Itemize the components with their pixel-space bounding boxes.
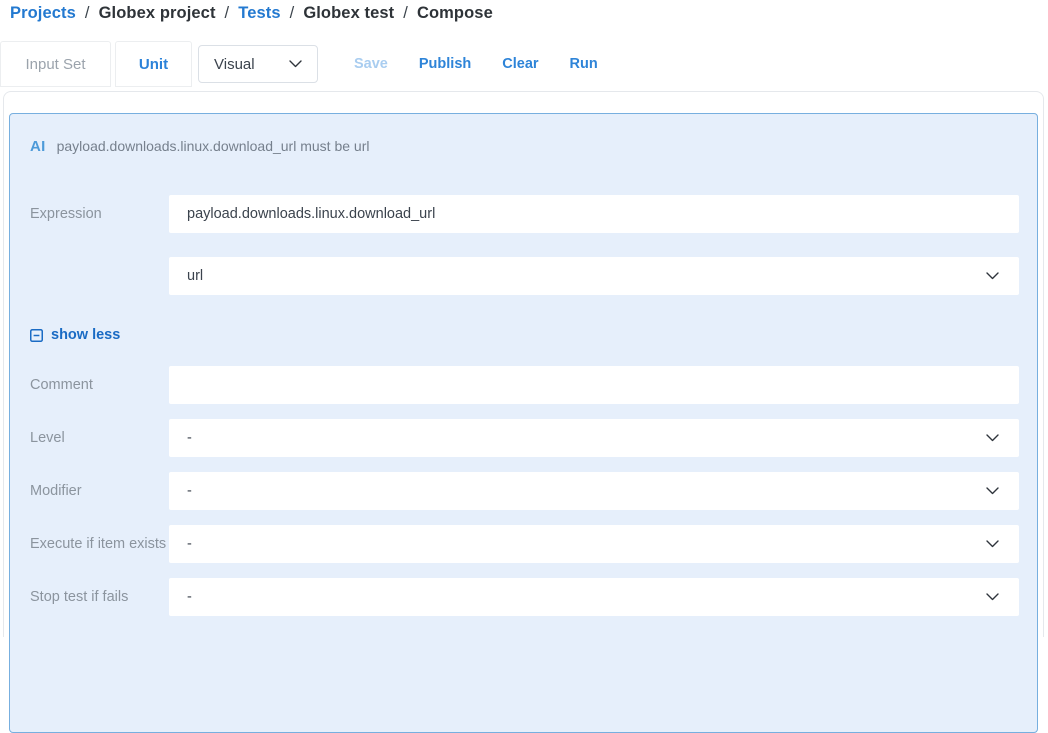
comment-label: Comment: [30, 366, 169, 396]
execute-if-item-exists-row: Execute if item exists -: [30, 525, 1019, 563]
assertion-header: AI payload.downloads.linux.download_url …: [30, 138, 1019, 155]
chevron-down-icon: [986, 272, 999, 280]
assertion-type-label: [30, 257, 169, 266]
chevron-down-icon: [986, 593, 999, 601]
show-less-label: show less: [51, 327, 120, 343]
minus-square-icon: [30, 329, 43, 342]
expression-row: Expression: [30, 195, 1019, 233]
modifier-row: Modifier -: [30, 472, 1019, 510]
show-less-toggle[interactable]: show less: [30, 327, 120, 343]
expression-label: Expression: [30, 195, 169, 225]
modifier-select[interactable]: -: [169, 472, 1019, 510]
assertion-type-row: url: [30, 257, 1019, 295]
chevron-down-icon: [986, 540, 999, 548]
toolbar: Input Set Unit Visual Save Publish Clear…: [0, 40, 1048, 88]
breadcrumb-link-tests[interactable]: Tests: [238, 4, 280, 23]
tab-input-set[interactable]: Input Set: [0, 41, 111, 87]
level-label: Level: [30, 419, 169, 449]
tab-unit[interactable]: Unit: [115, 41, 192, 87]
assertion-panel: AI payload.downloads.linux.download_url …: [9, 113, 1038, 733]
modifier-value: -: [187, 483, 192, 499]
level-row: Level -: [30, 419, 1019, 457]
chevron-down-icon: [289, 60, 302, 68]
level-select[interactable]: -: [169, 419, 1019, 457]
stop-test-if-fails-label: Stop test if fails: [30, 578, 169, 608]
chevron-down-icon: [986, 434, 999, 442]
comment-input[interactable]: [169, 366, 1019, 404]
view-mode-value: Visual: [214, 56, 255, 73]
clear-button[interactable]: Clear: [502, 56, 538, 72]
toolbar-actions: Save Publish Clear Run: [354, 56, 598, 72]
publish-button[interactable]: Publish: [419, 56, 471, 72]
comment-row: Comment: [30, 366, 1019, 404]
assertion-type-select[interactable]: url: [169, 257, 1019, 295]
breadcrumb-separator: /: [225, 4, 230, 23]
stop-test-if-fails-value: -: [187, 589, 192, 605]
level-value: -: [187, 430, 192, 446]
breadcrumb-separator: /: [290, 4, 295, 23]
assertion-type-value: url: [187, 268, 203, 284]
stop-test-if-fails-select[interactable]: -: [169, 578, 1019, 616]
execute-if-item-exists-label: Execute if item exists: [30, 525, 169, 555]
chevron-down-icon: [986, 487, 999, 495]
modifier-label: Modifier: [30, 472, 169, 502]
execute-if-item-exists-value: -: [187, 536, 192, 552]
breadcrumb-separator: /: [403, 4, 408, 23]
breadcrumb: Projects / Globex project / Tests / Glob…: [0, 0, 1048, 24]
breadcrumb-item-project: Globex project: [99, 4, 216, 23]
breadcrumb-item-compose: Compose: [417, 4, 493, 23]
view-mode-select[interactable]: Visual: [198, 45, 318, 83]
breadcrumb-separator: /: [85, 4, 90, 23]
ai-badge: AI: [30, 138, 46, 155]
execute-if-item-exists-select[interactable]: -: [169, 525, 1019, 563]
stop-test-if-fails-row: Stop test if fails -: [30, 578, 1019, 616]
run-button[interactable]: Run: [570, 56, 598, 72]
save-button[interactable]: Save: [354, 56, 388, 72]
breadcrumb-item-test: Globex test: [303, 4, 394, 23]
breadcrumb-link-projects[interactable]: Projects: [10, 4, 76, 23]
assertion-title: payload.downloads.linux.download_url mus…: [57, 138, 370, 154]
expression-input[interactable]: [169, 195, 1019, 233]
compose-content: AI payload.downloads.linux.download_url …: [3, 91, 1044, 637]
